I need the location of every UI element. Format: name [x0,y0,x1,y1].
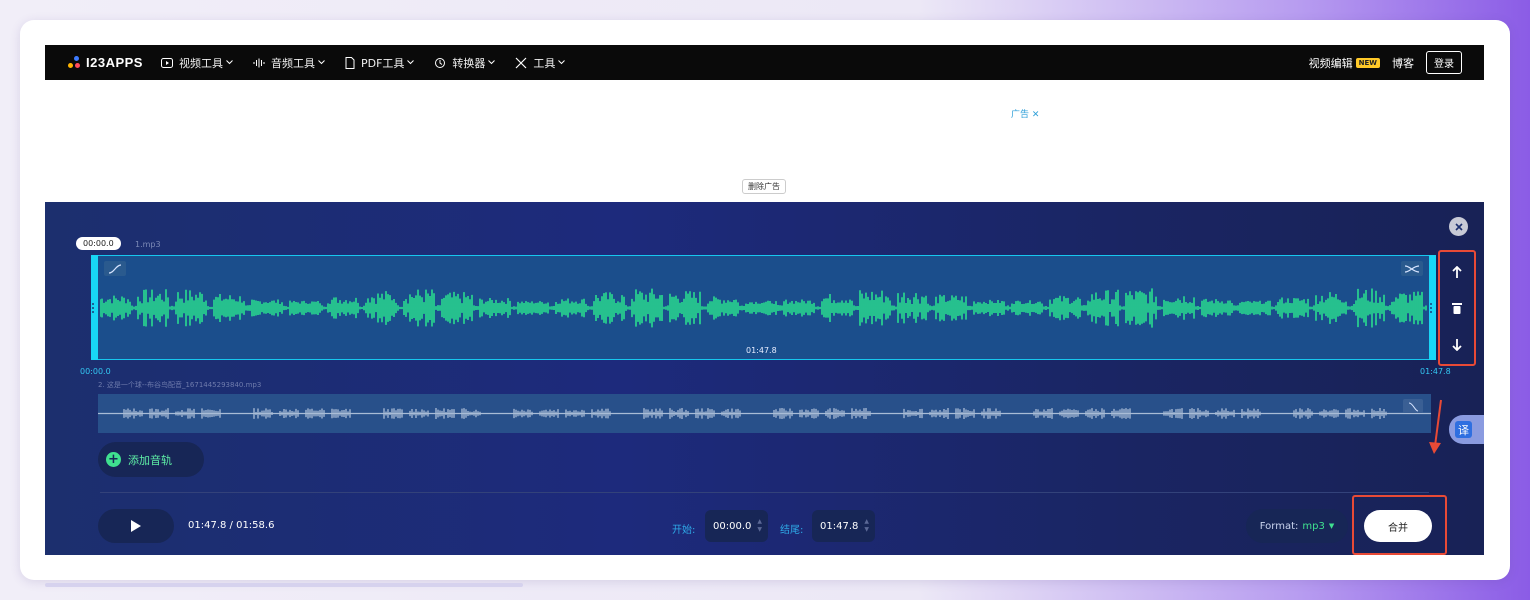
nav-audio-tools[interactable]: 音频工具 [253,55,325,71]
delete-track-button[interactable] [1442,290,1472,326]
arrow-up-icon [1452,265,1462,278]
merge-button[interactable]: 合并 [1364,510,1432,542]
track1-end-handle[interactable] [1429,255,1436,360]
format-select[interactable]: Format: mp3 ▼ [1246,509,1348,543]
track2-waveform [98,408,1431,419]
translate-icon: 译 [1455,421,1472,438]
nav-video-tools[interactable]: 视频工具 [160,55,233,71]
fade-in-button[interactable] [104,261,126,276]
track2-name: 2. 这是一个球--布谷鸟配音_1671445293840.mp3 [98,381,262,389]
end-time-input[interactable]: 01:47.8 ▲ ▼ [812,510,875,542]
ad-area: 广告 ✕ 删除广告 [45,80,1484,202]
close-icon[interactable]: ✕ [1032,110,1040,120]
chevron-down-icon [318,60,325,65]
blog-link[interactable]: 博客 [1392,55,1414,71]
grip-icon [1430,303,1433,313]
start-time-input[interactable]: 00:00.0 ▲ ▼ [705,510,768,542]
logo-text: I23APPS [86,55,143,70]
add-track-label: 添加音轨 [128,453,172,467]
arrow-down-icon [1452,338,1462,351]
convert-icon [435,57,446,68]
audio-joiner-editor: 00:00.0 1.mp3 01:47.8 00:00.0 01:47.8 2.… [45,202,1484,555]
document-icon [345,56,355,69]
nav-audio-tools-label: 音频工具 [270,56,315,70]
new-badge: NEW [1355,57,1380,68]
track1-name: 1.mp3 [135,240,161,249]
move-up-button[interactable] [1442,254,1472,290]
fade-in-icon [108,263,122,274]
nav-tools-label: 工具 [533,56,556,70]
stepper-icon[interactable]: ▲ ▼ [864,518,869,534]
navbar-right: 视频编辑 NEW 博客 登录 [1309,51,1462,74]
selection-end-time: 01:47.8 [1420,367,1451,376]
track1-waveform [100,288,1427,328]
trash-icon [1452,303,1462,314]
nav-video-tools-label: 视频工具 [178,56,223,70]
chevron-down-icon [488,60,496,65]
track1-duration: 01:47.8 [746,346,777,355]
shuffle-icon [1404,264,1420,273]
playback-time: 01:47.8 / 01:58.6 [188,520,275,531]
track1[interactable]: 01:47.8 [91,255,1436,360]
ad-label: 广告 [1011,110,1030,120]
ad-label-row[interactable]: 广告 ✕ [1011,107,1039,120]
end-label: 结尾: [780,525,804,536]
video-editor-link[interactable]: 视频编辑 [1309,55,1353,71]
top-navbar: I23APPS 视频工具 音频工具 PDF工具 转换器 工具 视频编辑 NEW … [45,45,1484,80]
track2[interactable] [98,394,1431,433]
divider [100,492,1429,493]
nav-tools[interactable]: 工具 [515,55,566,71]
track1-start-handle[interactable] [91,255,98,360]
close-icon [1454,222,1463,231]
close-editor-button[interactable] [1449,217,1468,236]
cursor-time-pill: 00:00.0 [76,237,121,250]
audio-wave-icon [253,58,265,67]
video-icon [160,57,173,68]
start-label: 开始: [672,525,696,536]
grip-icon [92,303,95,313]
app-window: I23APPS 视频工具 音频工具 PDF工具 转换器 工具 视频编辑 NEW … [45,45,1484,555]
track2-wave-path [98,408,1431,419]
logo-dots-icon [68,55,82,70]
play-icon [131,520,141,532]
chevron-down-icon [558,60,566,65]
play-button[interactable] [98,509,174,543]
fade-out-button[interactable] [1403,399,1423,413]
selection-start-time: 00:00.0 [80,367,111,376]
start-time-value: 00:00.0 [713,520,752,532]
plus-icon: + [106,452,121,467]
tools-icon [515,57,527,68]
track1-wave-path [100,288,1427,328]
format-value: mp3 [1302,520,1325,532]
nav-converter-label: 转换器 [452,56,486,70]
nav-converter[interactable]: 转换器 [434,55,496,71]
translate-tab[interactable]: 译 [1449,415,1484,444]
remove-ad-button[interactable]: 删除广告 [742,179,786,194]
nav-pdf-tools[interactable]: PDF工具 [345,55,415,71]
nav-pdf-tools-label: PDF工具 [360,56,405,70]
track-controls-highlight [1438,250,1476,366]
caret-down-icon: ▼ [1328,522,1335,530]
login-button[interactable]: 登录 [1426,51,1462,74]
track-controls [1442,254,1472,362]
end-time-value: 01:47.8 [820,520,859,532]
stepper-icon[interactable]: ▲ ▼ [757,518,762,534]
add-track-button[interactable]: + 添加音轨 [98,442,204,477]
chevron-down-icon [407,60,415,65]
format-label: Format: [1259,520,1299,532]
shuffle-button[interactable] [1401,261,1423,276]
logo[interactable]: I23APPS [68,55,143,70]
chevron-down-icon [226,60,233,65]
fade-out-icon [1408,402,1419,412]
move-down-button[interactable] [1442,326,1472,362]
horizontal-scrollbar[interactable] [45,583,523,587]
